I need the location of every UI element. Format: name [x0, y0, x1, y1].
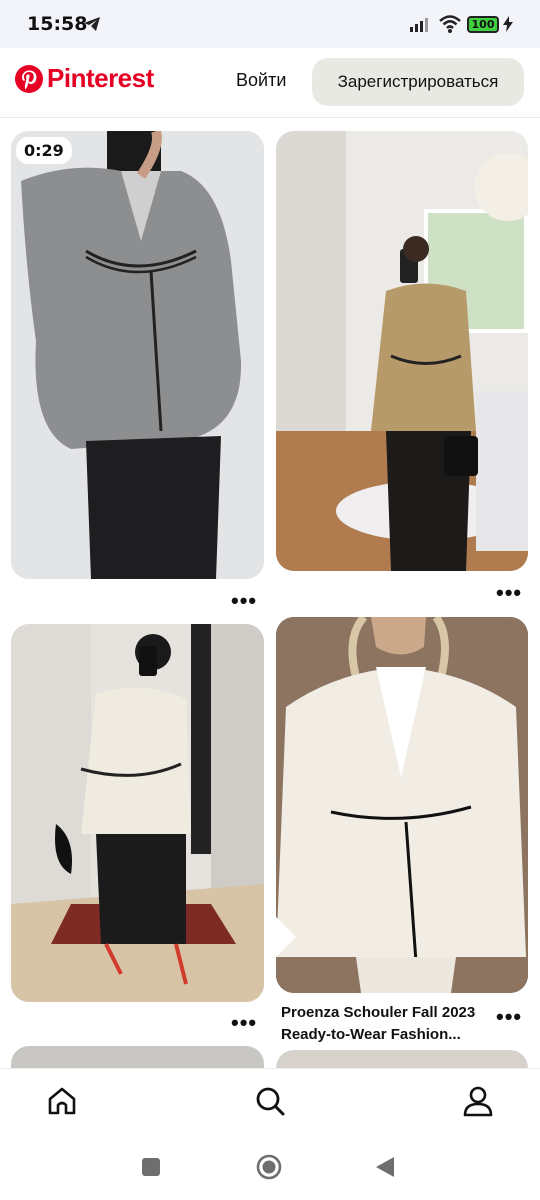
signup-button[interactable]: Зарегистрироваться: [312, 58, 524, 106]
profile-icon[interactable]: [462, 1085, 494, 1122]
back-icon[interactable]: [375, 1156, 395, 1183]
pin-image: [276, 617, 528, 993]
app-header: Pinterest Войти Зарегистрироваться: [0, 48, 540, 118]
pin-image: [11, 131, 264, 579]
signal-icon: [410, 16, 432, 37]
logo-text: Pinterest: [47, 63, 154, 93]
home-icon[interactable]: [46, 1085, 78, 1122]
pinterest-logo[interactable]: Pinterest: [15, 63, 154, 94]
pin-image: [11, 624, 264, 1002]
wifi-icon: [438, 14, 462, 39]
pin-title[interactable]: Proenza Schouler Fall 2023 Ready-to-Wear…: [281, 1002, 491, 1046]
system-navigation-bar: [0, 1140, 540, 1200]
pinterest-logo-icon: [15, 64, 43, 93]
pin-image: [276, 131, 528, 571]
pin-card[interactable]: [11, 624, 264, 1002]
more-options-button[interactable]: •••: [496, 1006, 522, 1028]
pin-card-partial[interactable]: [276, 1050, 528, 1068]
status-bar: 15:58 100: [0, 0, 540, 48]
video-duration-badge: 0:29: [16, 137, 72, 164]
more-options-button[interactable]: •••: [496, 582, 522, 604]
more-options-button[interactable]: •••: [231, 1012, 257, 1034]
pin-card[interactable]: 0:29: [11, 131, 264, 579]
battery-indicator: 100: [467, 16, 499, 33]
recent-apps-icon[interactable]: [141, 1157, 161, 1182]
home-system-icon[interactable]: [256, 1154, 282, 1185]
status-time: 15:58: [27, 13, 88, 35]
pin-card[interactable]: [276, 131, 528, 571]
pin-card[interactable]: [276, 617, 528, 993]
telegram-icon: [83, 16, 101, 37]
pin-card-partial[interactable]: [11, 1046, 264, 1068]
search-icon[interactable]: [254, 1085, 286, 1122]
login-button[interactable]: Войти: [236, 70, 286, 91]
charging-icon: [503, 16, 513, 37]
bottom-navigation: [0, 1068, 540, 1140]
more-options-button[interactable]: •••: [231, 590, 257, 612]
